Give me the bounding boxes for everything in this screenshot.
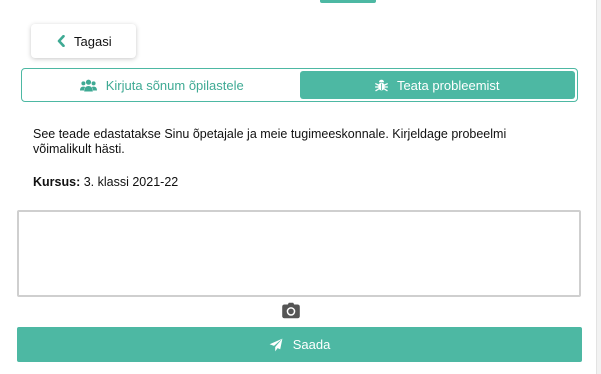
problem-message-input[interactable] — [17, 210, 581, 297]
course-label: Kursus: — [33, 175, 81, 189]
back-button[interactable]: Tagasi — [31, 24, 136, 58]
course-value: 3. klassi 2021-22 — [83, 175, 179, 189]
tab-report-problem[interactable]: Teata probleemist — [299, 71, 575, 99]
tab-bar: Kirjuta sõnum õpilastele Teata probleemi… — [21, 68, 578, 102]
camera-icon[interactable] — [281, 302, 301, 320]
send-button[interactable]: Saada — [17, 327, 582, 362]
scrollbar-track[interactable] — [596, 0, 601, 374]
tab-message-students[interactable]: Kirjuta sõnum õpilastele — [24, 71, 300, 99]
tab-label: Teata probleemist — [396, 77, 500, 93]
description-text: See teade edastatakse Sinu õpetajale ja … — [33, 127, 507, 156]
users-icon — [79, 79, 97, 92]
paper-plane-icon — [269, 338, 283, 352]
back-button-label: Tagasi — [74, 33, 112, 49]
tab-label: Kirjuta sõnum õpilastele — [105, 77, 244, 93]
send-button-label: Saada — [292, 337, 331, 352]
course-line: Kursus: 3. klassi 2021-22 — [33, 175, 178, 189]
top-nav-fragment — [320, 0, 376, 3]
bug-icon — [374, 79, 388, 92]
chevron-left-icon — [57, 35, 65, 47]
